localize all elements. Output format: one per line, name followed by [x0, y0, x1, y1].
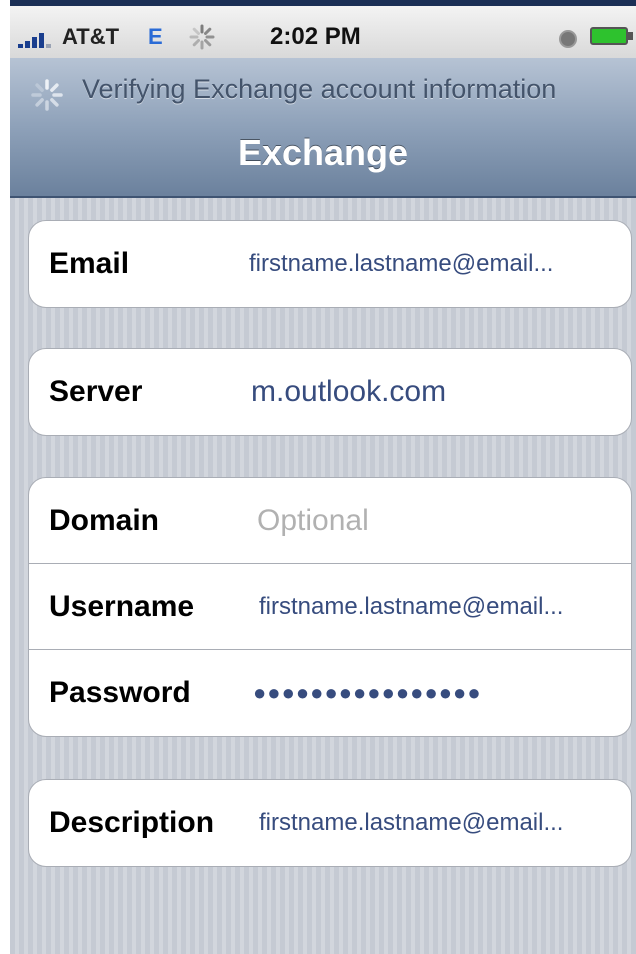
network-type: E [148, 24, 163, 49]
device-frame: AT&T E 2:02 PM Verifying Exchange accoun… [0, 0, 636, 954]
status-bar: AT&T E 2:02 PM [10, 0, 636, 58]
password-field[interactable]: ●●●●●●●●●●●●●●●● [253, 650, 482, 736]
username-row[interactable]: Username firstname.lastname@email... [29, 564, 631, 650]
password-label: Password [49, 676, 191, 709]
username-label: Username [49, 590, 195, 623]
navigation-bar: Verifying Exchange account information E… [10, 58, 636, 198]
alarm-clock-icon [559, 30, 577, 48]
domain-label: Domain [49, 504, 160, 537]
email-label: Email [49, 247, 130, 280]
description-row[interactable]: Description firstname.lastname@email... [29, 780, 631, 866]
domain-row[interactable]: Domain Optional [29, 478, 631, 564]
server-group: Server m.outlook.com [28, 348, 632, 436]
description-group: Description firstname.lastname@email... [28, 779, 632, 867]
username-field[interactable]: firstname.lastname@email... [259, 564, 563, 650]
battery-full-icon [590, 27, 628, 45]
activity-spinner-icon [189, 24, 215, 50]
description-label: Description [49, 806, 215, 839]
email-field[interactable]: firstname.lastname@email... [249, 221, 553, 307]
carrier-name: AT&T [62, 24, 120, 49]
server-row[interactable]: Server m.outlook.com [29, 349, 631, 435]
phone-screen: AT&T E 2:02 PM Verifying Exchange accoun… [10, 0, 636, 954]
description-field[interactable]: firstname.lastname@email... [259, 780, 563, 866]
email-group: Email firstname.lastname@email... [28, 220, 632, 308]
credentials-group: Domain Optional Username firstname.lastn… [28, 477, 632, 737]
signal-strength-icon [18, 30, 58, 48]
clock-time: 2:02 PM [270, 23, 361, 50]
page-title: Exchange [237, 132, 409, 173]
password-row[interactable]: Password ●●●●●●●●●●●●●●●● [29, 650, 631, 736]
battery-tip [628, 32, 633, 40]
server-label: Server [49, 375, 143, 408]
loading-spinner-icon [31, 79, 63, 111]
email-row[interactable]: Email firstname.lastname@email... [29, 221, 631, 307]
verification-status-prompt: Verifying Exchange account information [82, 74, 557, 104]
domain-field[interactable]: Optional [257, 478, 369, 564]
server-field[interactable]: m.outlook.com [251, 349, 446, 435]
